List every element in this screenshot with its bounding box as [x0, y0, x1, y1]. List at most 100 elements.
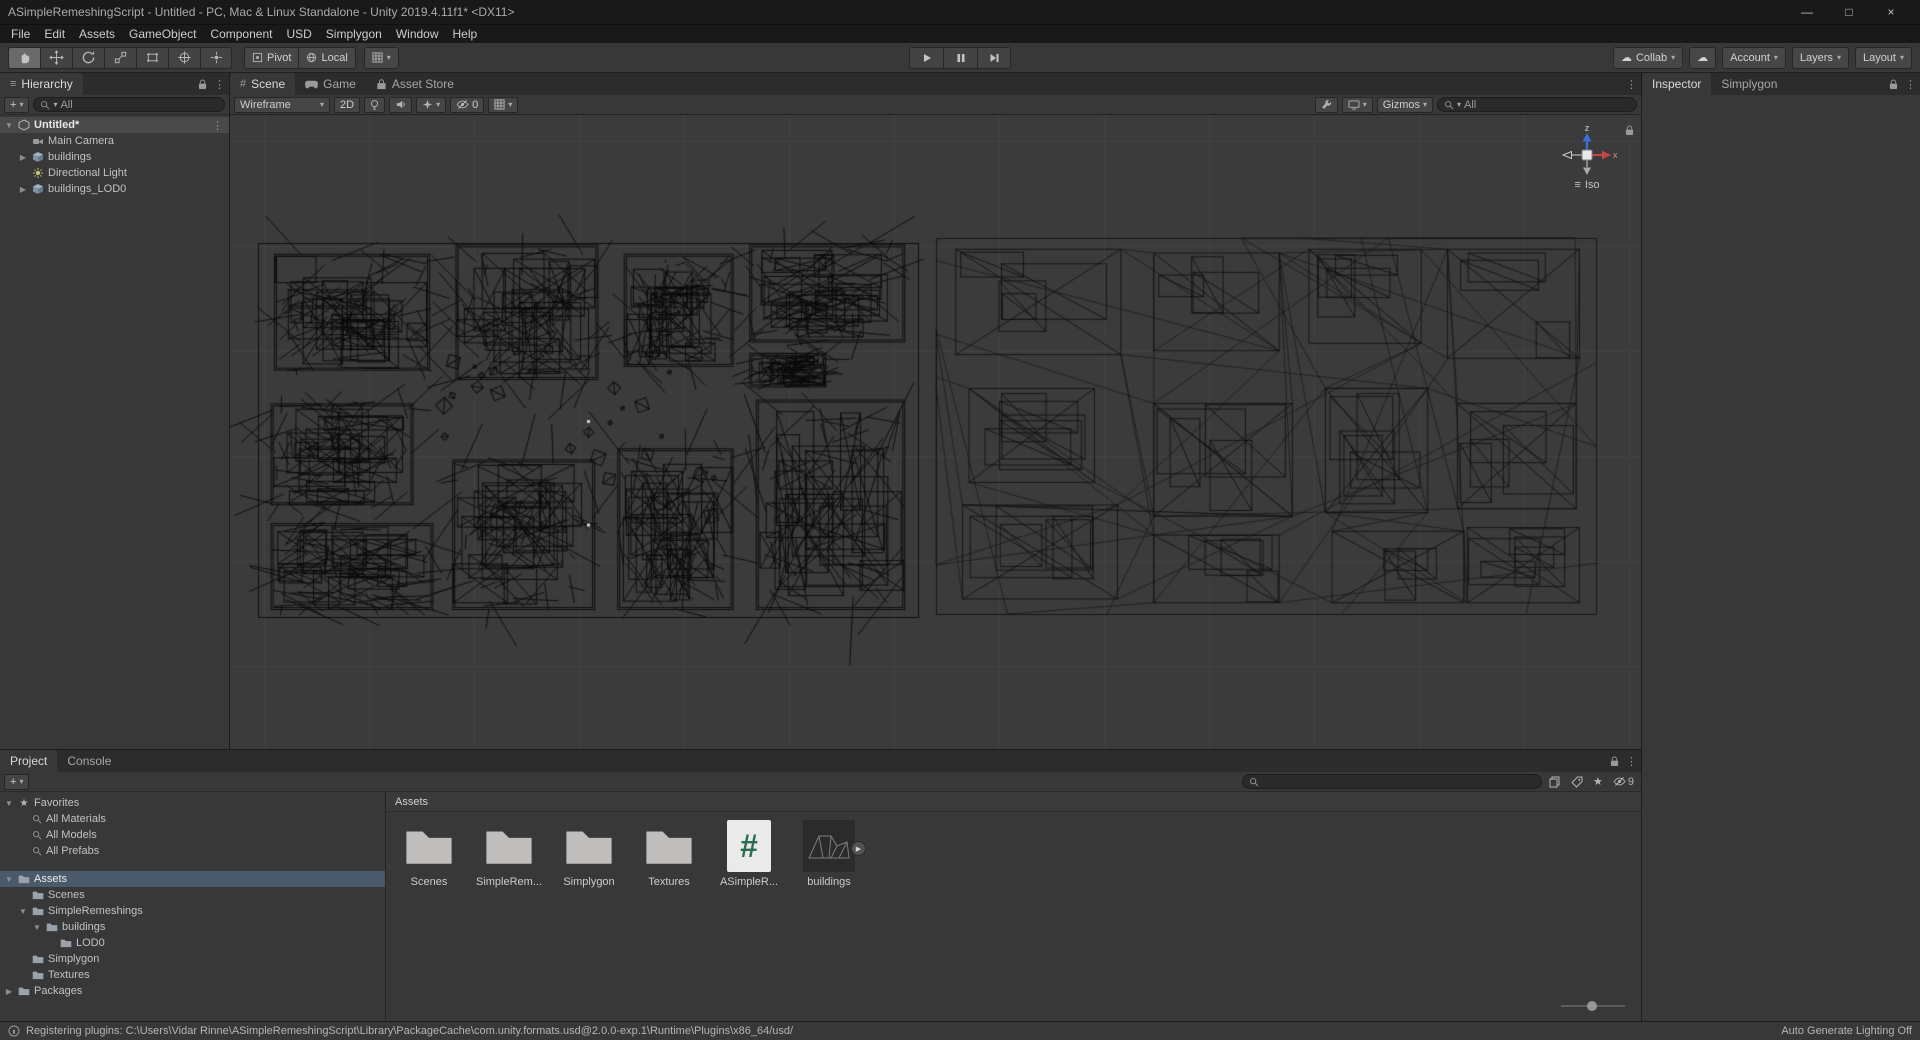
account-dropdown[interactable]: Account▾: [1722, 47, 1786, 69]
scene-audio-button[interactable]: [389, 97, 412, 113]
expander-icon[interactable]: ▶: [18, 185, 28, 194]
asset-item-simplygon[interactable]: Simplygon: [550, 820, 628, 888]
scene-visibility-button[interactable]: 0: [450, 97, 484, 113]
tree-lod0[interactable]: LOD0: [0, 935, 385, 951]
menu-usd[interactable]: USD: [279, 27, 318, 41]
save-search-button[interactable]: ★: [1590, 775, 1606, 788]
tab-console[interactable]: Console: [57, 750, 121, 772]
search-by-label-button[interactable]: [1568, 776, 1586, 788]
collab-dropdown[interactable]: ☁Collab▾: [1613, 47, 1683, 69]
asset-expand-arrow[interactable]: ▶: [851, 841, 866, 856]
zoom-slider-knob[interactable]: [1587, 1001, 1597, 1011]
2d-toggle-button[interactable]: 2D: [334, 97, 360, 113]
scene-effects-dropdown[interactable]: ▾: [416, 97, 446, 113]
project-search[interactable]: [1242, 774, 1542, 789]
scale-tool-button[interactable]: [104, 47, 136, 69]
favorites-root[interactable]: ▼ ★ Favorites: [0, 795, 385, 811]
tab-simplygon[interactable]: Simplygon: [1711, 73, 1787, 95]
project-search-input[interactable]: [1262, 776, 1535, 788]
custom-tool-button[interactable]: [200, 47, 232, 69]
tab-scene[interactable]: # Scene: [230, 73, 295, 95]
hierarchy-search[interactable]: ▾: [33, 97, 225, 112]
step-button[interactable]: [977, 47, 1011, 69]
scene-viewport[interactable]: z x ≡Iso: [230, 115, 1641, 749]
local-toggle-button[interactable]: Local: [298, 47, 355, 69]
asset-item-script[interactable]: # ASimpleR...: [710, 820, 788, 888]
scene-tools-button[interactable]: [1315, 97, 1338, 113]
favorites-all-prefabs[interactable]: All Prefabs: [0, 843, 385, 859]
grid-visibility-dropdown[interactable]: ▾: [488, 97, 518, 113]
asset-item-simpleremeshings[interactable]: SimpleRem...: [470, 820, 548, 888]
packages-visibility-button[interactable]: 9: [1610, 776, 1637, 788]
menu-window[interactable]: Window: [389, 27, 446, 41]
search-by-type-button[interactable]: [1546, 776, 1564, 788]
scene-canvas[interactable]: [230, 115, 1641, 749]
scene-menu-icon[interactable]: ⋮: [212, 119, 229, 132]
project-menu-icon[interactable]: ⋮: [1626, 755, 1637, 768]
hierarchy-lock-icon[interactable]: [198, 79, 207, 90]
expander-icon[interactable]: ▼: [4, 121, 14, 130]
tree-assets[interactable]: ▼ Assets: [0, 871, 385, 887]
tab-hierarchy[interactable]: ≡ Hierarchy: [0, 73, 83, 95]
menu-assets[interactable]: Assets: [72, 27, 122, 41]
menu-edit[interactable]: Edit: [37, 27, 72, 41]
expander-icon[interactable]: ▼: [4, 799, 14, 808]
tab-asset-store[interactable]: Asset Store: [366, 73, 464, 95]
gizmo-projection-toggle[interactable]: ≡Iso: [1555, 179, 1619, 191]
scene-lighting-button[interactable]: [364, 97, 385, 113]
tree-scenes[interactable]: Scenes: [0, 887, 385, 903]
menu-file[interactable]: File: [4, 27, 37, 41]
hierarchy-item-buildings-lod0[interactable]: ▶ buildings_LOD0: [0, 181, 229, 197]
hierarchy-item-buildings[interactable]: ▶ buildings: [0, 149, 229, 165]
favorites-all-materials[interactable]: All Materials: [0, 811, 385, 827]
hierarchy-item-main-camera[interactable]: Main Camera: [0, 133, 229, 149]
status-message[interactable]: Registering plugins: C:\Users\Vidar Rinn…: [26, 1025, 1775, 1037]
menu-help[interactable]: Help: [446, 27, 485, 41]
tree-packages[interactable]: ▶ Packages: [0, 983, 385, 999]
expander-icon[interactable]: ▼: [4, 875, 14, 884]
asset-item-buildings-model[interactable]: ▶ buildings: [790, 820, 868, 888]
move-tool-button[interactable]: [40, 47, 72, 69]
tab-inspector[interactable]: Inspector: [1642, 73, 1711, 95]
menu-component[interactable]: Component: [203, 27, 279, 41]
scene-search-input[interactable]: [1464, 99, 1630, 111]
rect-tool-button[interactable]: [136, 47, 168, 69]
tree-simplygon[interactable]: Simplygon: [0, 951, 385, 967]
expander-icon[interactable]: ▶: [18, 153, 28, 162]
hierarchy-item-scene-root[interactable]: ▼ Untitled* ⋮: [0, 117, 229, 133]
gizmo-lock-icon[interactable]: [1625, 125, 1634, 136]
menu-simplygon[interactable]: Simplygon: [319, 27, 389, 41]
cloud-services-button[interactable]: ☁: [1689, 47, 1716, 69]
project-create-button[interactable]: +▾: [4, 774, 29, 790]
tree-buildings[interactable]: ▼ buildings: [0, 919, 385, 935]
scene-orientation-gizmo[interactable]: z x ≡Iso: [1555, 123, 1619, 191]
view-tool-button[interactable]: [8, 47, 40, 69]
draw-mode-dropdown[interactable]: Wireframe▾: [234, 97, 330, 113]
transform-tool-button[interactable]: [168, 47, 200, 69]
close-button[interactable]: ×: [1870, 5, 1912, 19]
inspector-lock-icon[interactable]: [1889, 79, 1898, 90]
auto-generate-lighting-toggle[interactable]: Auto Generate Lighting Off: [1781, 1025, 1912, 1037]
hierarchy-item-directional-light[interactable]: Directional Light: [0, 165, 229, 181]
maximize-button[interactable]: □: [1828, 5, 1870, 19]
search-filter-caret-icon[interactable]: ▾: [53, 101, 57, 109]
expander-icon[interactable]: ▶: [4, 987, 14, 996]
grid-snap-button[interactable]: ▾: [364, 47, 399, 69]
assets-breadcrumb[interactable]: Assets: [386, 792, 1641, 812]
pivot-toggle-button[interactable]: Pivot: [244, 47, 298, 69]
inspector-menu-icon[interactable]: ⋮: [1905, 78, 1916, 91]
expander-icon[interactable]: ▼: [18, 907, 28, 916]
tab-game[interactable]: Game: [295, 73, 366, 95]
scene-camera-dropdown[interactable]: ▾: [1342, 97, 1373, 113]
tree-textures[interactable]: Textures: [0, 967, 385, 983]
hierarchy-search-input[interactable]: [60, 99, 218, 111]
hierarchy-create-button[interactable]: +▾: [4, 97, 29, 113]
scene-tabbar-menu-icon[interactable]: ⋮: [1626, 78, 1637, 91]
project-lock-icon[interactable]: [1610, 756, 1619, 767]
asset-item-scenes[interactable]: Scenes: [390, 820, 468, 888]
scene-search[interactable]: ▾: [1437, 97, 1637, 112]
layout-dropdown[interactable]: Layout▾: [1855, 47, 1912, 69]
play-button[interactable]: [909, 47, 943, 69]
asset-item-textures[interactable]: Textures: [630, 820, 708, 888]
search-filter-caret-icon[interactable]: ▾: [1457, 101, 1461, 109]
